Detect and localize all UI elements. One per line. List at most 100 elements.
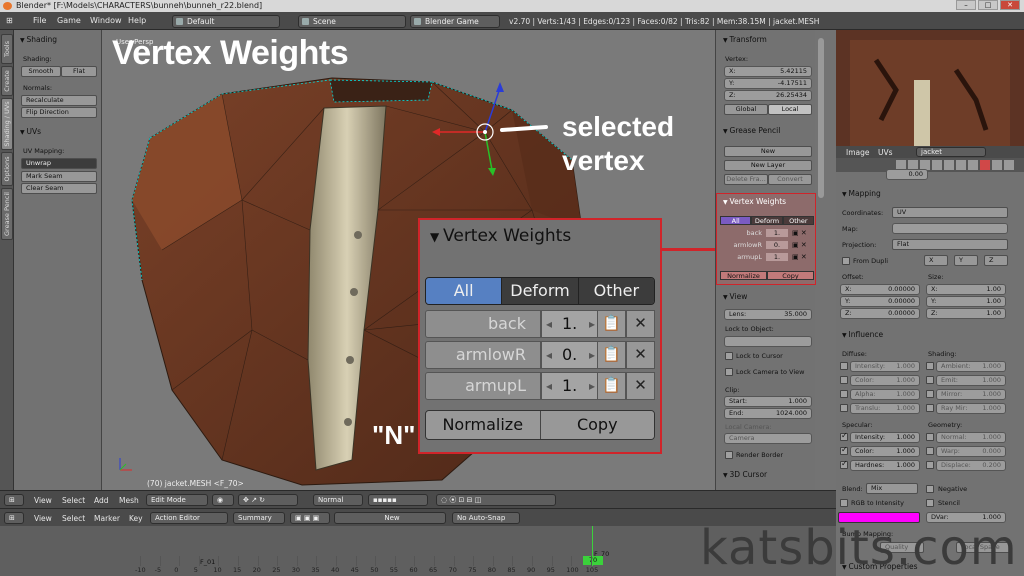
layer-buttons[interactable]: ▪▪▪▪▪ — [368, 494, 428, 506]
paste-weight-icon[interactable]: 📋 — [597, 310, 626, 338]
tab-all[interactable]: All — [720, 216, 752, 225]
shading-raymir-field[interactable]: Ray Mir: 1.000 — [936, 403, 1006, 414]
group-name[interactable]: armlowR — [425, 341, 541, 369]
current-frame-indicator[interactable]: 70 — [583, 556, 603, 565]
group-name[interactable]: armlowR — [720, 241, 763, 249]
npanel-scrollbar[interactable] — [818, 38, 824, 198]
new-layer-button[interactable]: New Layer — [724, 160, 812, 171]
render-engine-select[interactable]: Blender Game — [410, 15, 500, 28]
tab-grease-pencil[interactable]: Grease Pencil — [1, 188, 13, 240]
uvs-tab[interactable]: UVs — [878, 148, 893, 157]
tab-all[interactable]: All — [426, 278, 503, 304]
editor-type-icon[interactable]: ⊞ — [4, 494, 24, 506]
geometry-displace-field[interactable]: Displace: 0.200 — [936, 460, 1006, 471]
vertex-weights-panel-title[interactable]: Vertex Weights — [723, 197, 787, 206]
grease-pencil-panel-title[interactable]: Grease Pencil — [723, 126, 781, 135]
vertex-x-field[interactable]: X: 5.42115 — [724, 66, 812, 77]
menu-add[interactable]: Add — [94, 496, 109, 505]
paste-weight-icon[interactable]: 📋 — [597, 372, 626, 400]
tab-other[interactable]: Other — [782, 216, 814, 225]
dopesheet-mode-select[interactable]: Action Editor — [150, 512, 228, 524]
screen-layout-select[interactable]: Default — [172, 15, 280, 28]
menu-window[interactable]: Window — [90, 16, 122, 25]
diffuse-intensity-checkbox[interactable] — [840, 362, 848, 370]
size-z-field[interactable]: Z: 1.00 — [926, 308, 1006, 319]
shading-ambient-field[interactable]: Ambient: 1.000 — [936, 361, 1006, 372]
geometry-normal-field[interactable]: Normal: 1.000 — [936, 432, 1006, 443]
recalculate-button[interactable]: Recalculate — [21, 95, 97, 106]
influence-panel-title[interactable]: Influence — [842, 330, 884, 339]
specular-color-field[interactable]: Color: 1.000 — [850, 446, 920, 457]
shading-mode-icon[interactable]: ◉ — [212, 494, 234, 506]
shading-mirror-field[interactable]: Mirror: 1.000 — [936, 389, 1006, 400]
shading-emit-checkbox[interactable] — [926, 376, 934, 384]
render-border-checkbox[interactable] — [725, 451, 733, 459]
group-name[interactable]: armupL — [720, 253, 762, 261]
diffuse-translu-field[interactable]: Translu: 1.000 — [850, 403, 920, 414]
scene-select[interactable]: Scene — [298, 15, 406, 28]
weight-value[interactable]: 1. — [541, 310, 599, 338]
local-camera-field[interactable]: Camera — [724, 433, 812, 444]
menu-view[interactable]: View — [34, 496, 52, 505]
normalize-button[interactable]: Normalize — [426, 411, 541, 439]
diffuse-alpha-field[interactable]: Alpha: 1.000 — [850, 389, 920, 400]
transform-panel-title[interactable]: Transform — [723, 35, 767, 44]
menu-select[interactable]: Select — [62, 514, 85, 523]
weight-value[interactable]: 1. — [766, 229, 788, 237]
offset-y-field[interactable]: Y: 0.00000 — [840, 296, 920, 307]
tab-shading-uvs[interactable]: Shading / UVs — [1, 98, 13, 150]
filter-icons[interactable]: ▣ ▣ ▣ — [290, 512, 330, 524]
specular-intensity-field[interactable]: Intensity: 1.000 — [850, 432, 920, 443]
shading-raymir-checkbox[interactable] — [926, 404, 934, 412]
unwrap-dropdown[interactable]: Unwrap — [21, 158, 97, 169]
global-button[interactable]: Global — [724, 104, 768, 115]
stencil-checkbox[interactable] — [926, 499, 934, 507]
mapping-panel-title[interactable]: Mapping — [842, 189, 881, 198]
manipulator-icons[interactable]: ✥ ↗ ↻ — [238, 494, 298, 506]
flip-direction-button[interactable]: Flip Direction — [21, 107, 97, 118]
shading-emit-field[interactable]: Emit: 1.000 — [936, 375, 1006, 386]
paste-weight-icon[interactable]: ▣ ✕ — [792, 229, 807, 237]
smooth-button[interactable]: Smooth — [21, 66, 61, 77]
coordinates-select[interactable]: UV — [892, 207, 1008, 218]
partial-value-field[interactable]: 0.00 — [886, 169, 928, 180]
tab-other[interactable]: Other — [578, 278, 654, 304]
specular-intensity-checkbox[interactable] — [840, 431, 848, 441]
diffuse-intensity-field[interactable]: Intensity: 1.000 — [850, 361, 920, 372]
menu-game[interactable]: Game — [57, 16, 81, 25]
size-y-field[interactable]: Y: 1.00 — [926, 296, 1006, 307]
weight-value[interactable]: 0. — [541, 341, 599, 369]
menu-key[interactable]: Key — [129, 514, 143, 523]
action-new-button[interactable]: New — [334, 512, 446, 524]
group-name[interactable]: back — [720, 229, 762, 237]
paste-weight-icon[interactable]: ▣ ✕ — [792, 241, 807, 249]
menu-select[interactable]: Select — [62, 496, 85, 505]
delete-weight-icon[interactable]: ✕ — [626, 310, 655, 338]
paste-weight-icon[interactable]: 📋 — [597, 341, 626, 369]
diffuse-alpha-checkbox[interactable] — [840, 390, 848, 398]
view-panel-title[interactable]: View — [723, 292, 748, 301]
normalize-button[interactable]: Normalize — [720, 271, 767, 280]
vertex-weights-title[interactable]: Vertex Weights — [430, 226, 571, 246]
local-button[interactable]: Local — [768, 104, 812, 115]
lens-field[interactable]: Lens: 35.000 — [724, 309, 812, 320]
geometry-warp-checkbox[interactable] — [926, 447, 934, 455]
lock-object-field[interactable] — [724, 336, 812, 347]
uvs-panel-title[interactable]: UVs — [20, 127, 42, 136]
blend-select[interactable]: Mix — [866, 483, 918, 494]
diffuse-color-checkbox[interactable] — [840, 376, 848, 384]
specular-hardness-checkbox[interactable] — [840, 459, 848, 469]
copy-button[interactable]: Copy — [767, 271, 814, 280]
vertex-y-field[interactable]: Y: -4.17511 — [724, 78, 812, 89]
geometry-normal-checkbox[interactable] — [926, 433, 934, 441]
lock-camera-checkbox[interactable] — [725, 368, 733, 376]
texture-datablock[interactable]: jacket — [916, 147, 986, 157]
diffuse-color-field[interactable]: Color: 1.000 — [850, 375, 920, 386]
auto-snap-select[interactable]: No Auto-Snap — [452, 512, 520, 524]
diffuse-translu-checkbox[interactable] — [840, 404, 848, 412]
geometry-warp-field[interactable]: Warp: 0.000 — [936, 446, 1006, 457]
convert-button[interactable]: Convert — [768, 174, 812, 185]
flat-button[interactable]: Flat — [61, 66, 97, 77]
weight-value[interactable]: 0. — [766, 241, 788, 249]
weight-value[interactable]: 1. — [541, 372, 599, 400]
